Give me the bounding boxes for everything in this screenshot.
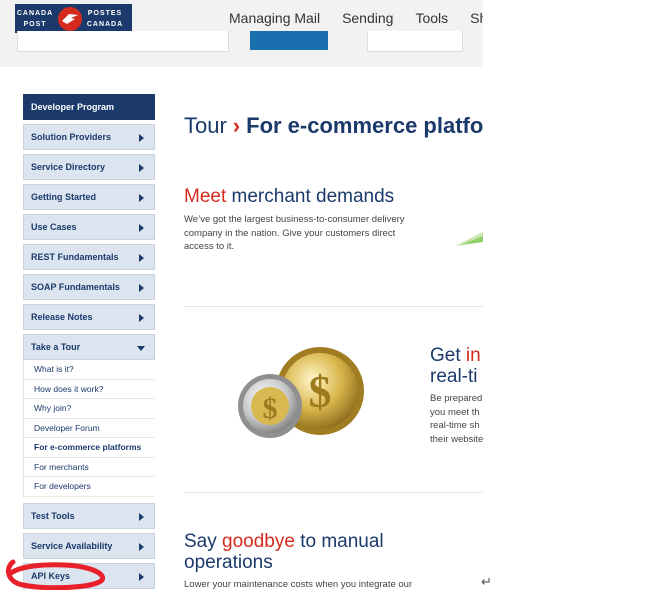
logo-text-canada: CANADA [16,9,54,17]
chevron-right-icon [139,314,144,322]
sidebar-item-release-notes[interactable]: Release Notes [23,304,155,330]
section-body-say-goodbye: Lower your maintenance costs when you in… [184,579,413,590]
browser-viewport: CANADA POST POSTES CANADA Managing Mail … [0,0,483,598]
nav-tools[interactable]: Tools [415,10,448,26]
section-heading-realtime: Get in real-ti [430,345,481,387]
tour-submenu: What is it? How does it work? Why join? … [23,360,155,497]
search-button[interactable] [250,31,328,50]
chevron-right-icon [139,542,144,551]
section-heading-say-goodbye: Say goodbye to manual operations [184,531,384,573]
section-body-realtime: Be prepared you meet th real-time sh the… [430,393,483,445]
site-header: CANADA POST POSTES CANADA Managing Mail … [0,0,483,67]
canada-post-logo[interactable]: CANADA POST POSTES CANADA [15,4,132,33]
top-navigation: Managing Mail Sending Tools Shop [229,10,483,26]
chevron-right-icon [139,572,144,581]
chevron-right-icon [139,254,144,262]
section-body-merchant-demands: We’ve got the largest business-to-consum… [184,214,405,252]
chevron-right-icon [139,512,144,521]
sidebar-item-rest-fundamentals[interactable]: REST Fundamentals [23,244,155,270]
section-divider [184,306,483,307]
page-title: Tour › For e-commerce platfo [184,113,483,138]
nav-managing-mail[interactable]: Managing Mail [229,10,320,26]
eagle-logo-icon [58,6,82,31]
submenu-item-what-is-it[interactable]: What is it? [24,360,155,380]
sidebar-item-take-a-tour[interactable]: Take a Tour [23,334,155,360]
search-input[interactable] [17,31,229,52]
logo-text-canada-fr: CANADA [86,20,124,28]
submenu-item-for-developers[interactable]: For developers [24,477,155,497]
svg-text:$: $ [263,392,278,425]
secondary-field[interactable] [367,31,463,52]
sidebar-item-getting-started[interactable]: Getting Started [23,184,155,210]
sidebar-item-solution-providers[interactable]: Solution Providers [23,124,155,150]
chevron-right-icon [139,134,144,142]
highlight-circle-annotation [5,559,105,590]
nav-shop[interactable]: Shop [470,10,483,26]
sidebar-item-use-cases[interactable]: Use Cases [23,214,155,240]
chevron-right-icon [139,164,144,172]
submenu-item-ecommerce-platforms[interactable]: For e-commerce platforms [24,438,155,458]
submenu-item-developer-forum[interactable]: Developer Forum [24,419,155,438]
breadcrumb-separator-icon: › [232,113,241,138]
section-divider [184,492,483,493]
chevron-right-icon [139,284,144,292]
map-graphic-icon [455,232,483,246]
chevron-down-icon [137,346,145,351]
developer-sidebar: Developer Program Solution Providers Ser… [23,94,155,589]
svg-text:$: $ [309,366,332,417]
sidebar-header[interactable]: Developer Program [23,94,155,120]
submenu-item-how-does-it-work[interactable]: How does it work? [24,380,155,399]
submenu-item-for-merchants[interactable]: For merchants [24,458,155,477]
submenu-item-why-join[interactable]: Why join? [24,399,155,419]
chevron-right-icon [139,194,144,202]
sidebar-item-test-tools[interactable]: Test Tools [23,502,155,529]
nav-sending[interactable]: Sending [342,10,393,26]
return-icon: ↵ [481,574,492,589]
sidebar-item-soap-fundamentals[interactable]: SOAP Fundamentals [23,274,155,300]
logo-text-post: POST [23,20,47,28]
sidebar-item-service-directory[interactable]: Service Directory [23,154,155,180]
logo-text-postes: POSTES [87,9,123,17]
chevron-right-icon [139,224,144,232]
section-heading-merchant-demands: Meet merchant demands [184,186,395,207]
coins-illustration-icon: $ $ [238,347,364,438]
